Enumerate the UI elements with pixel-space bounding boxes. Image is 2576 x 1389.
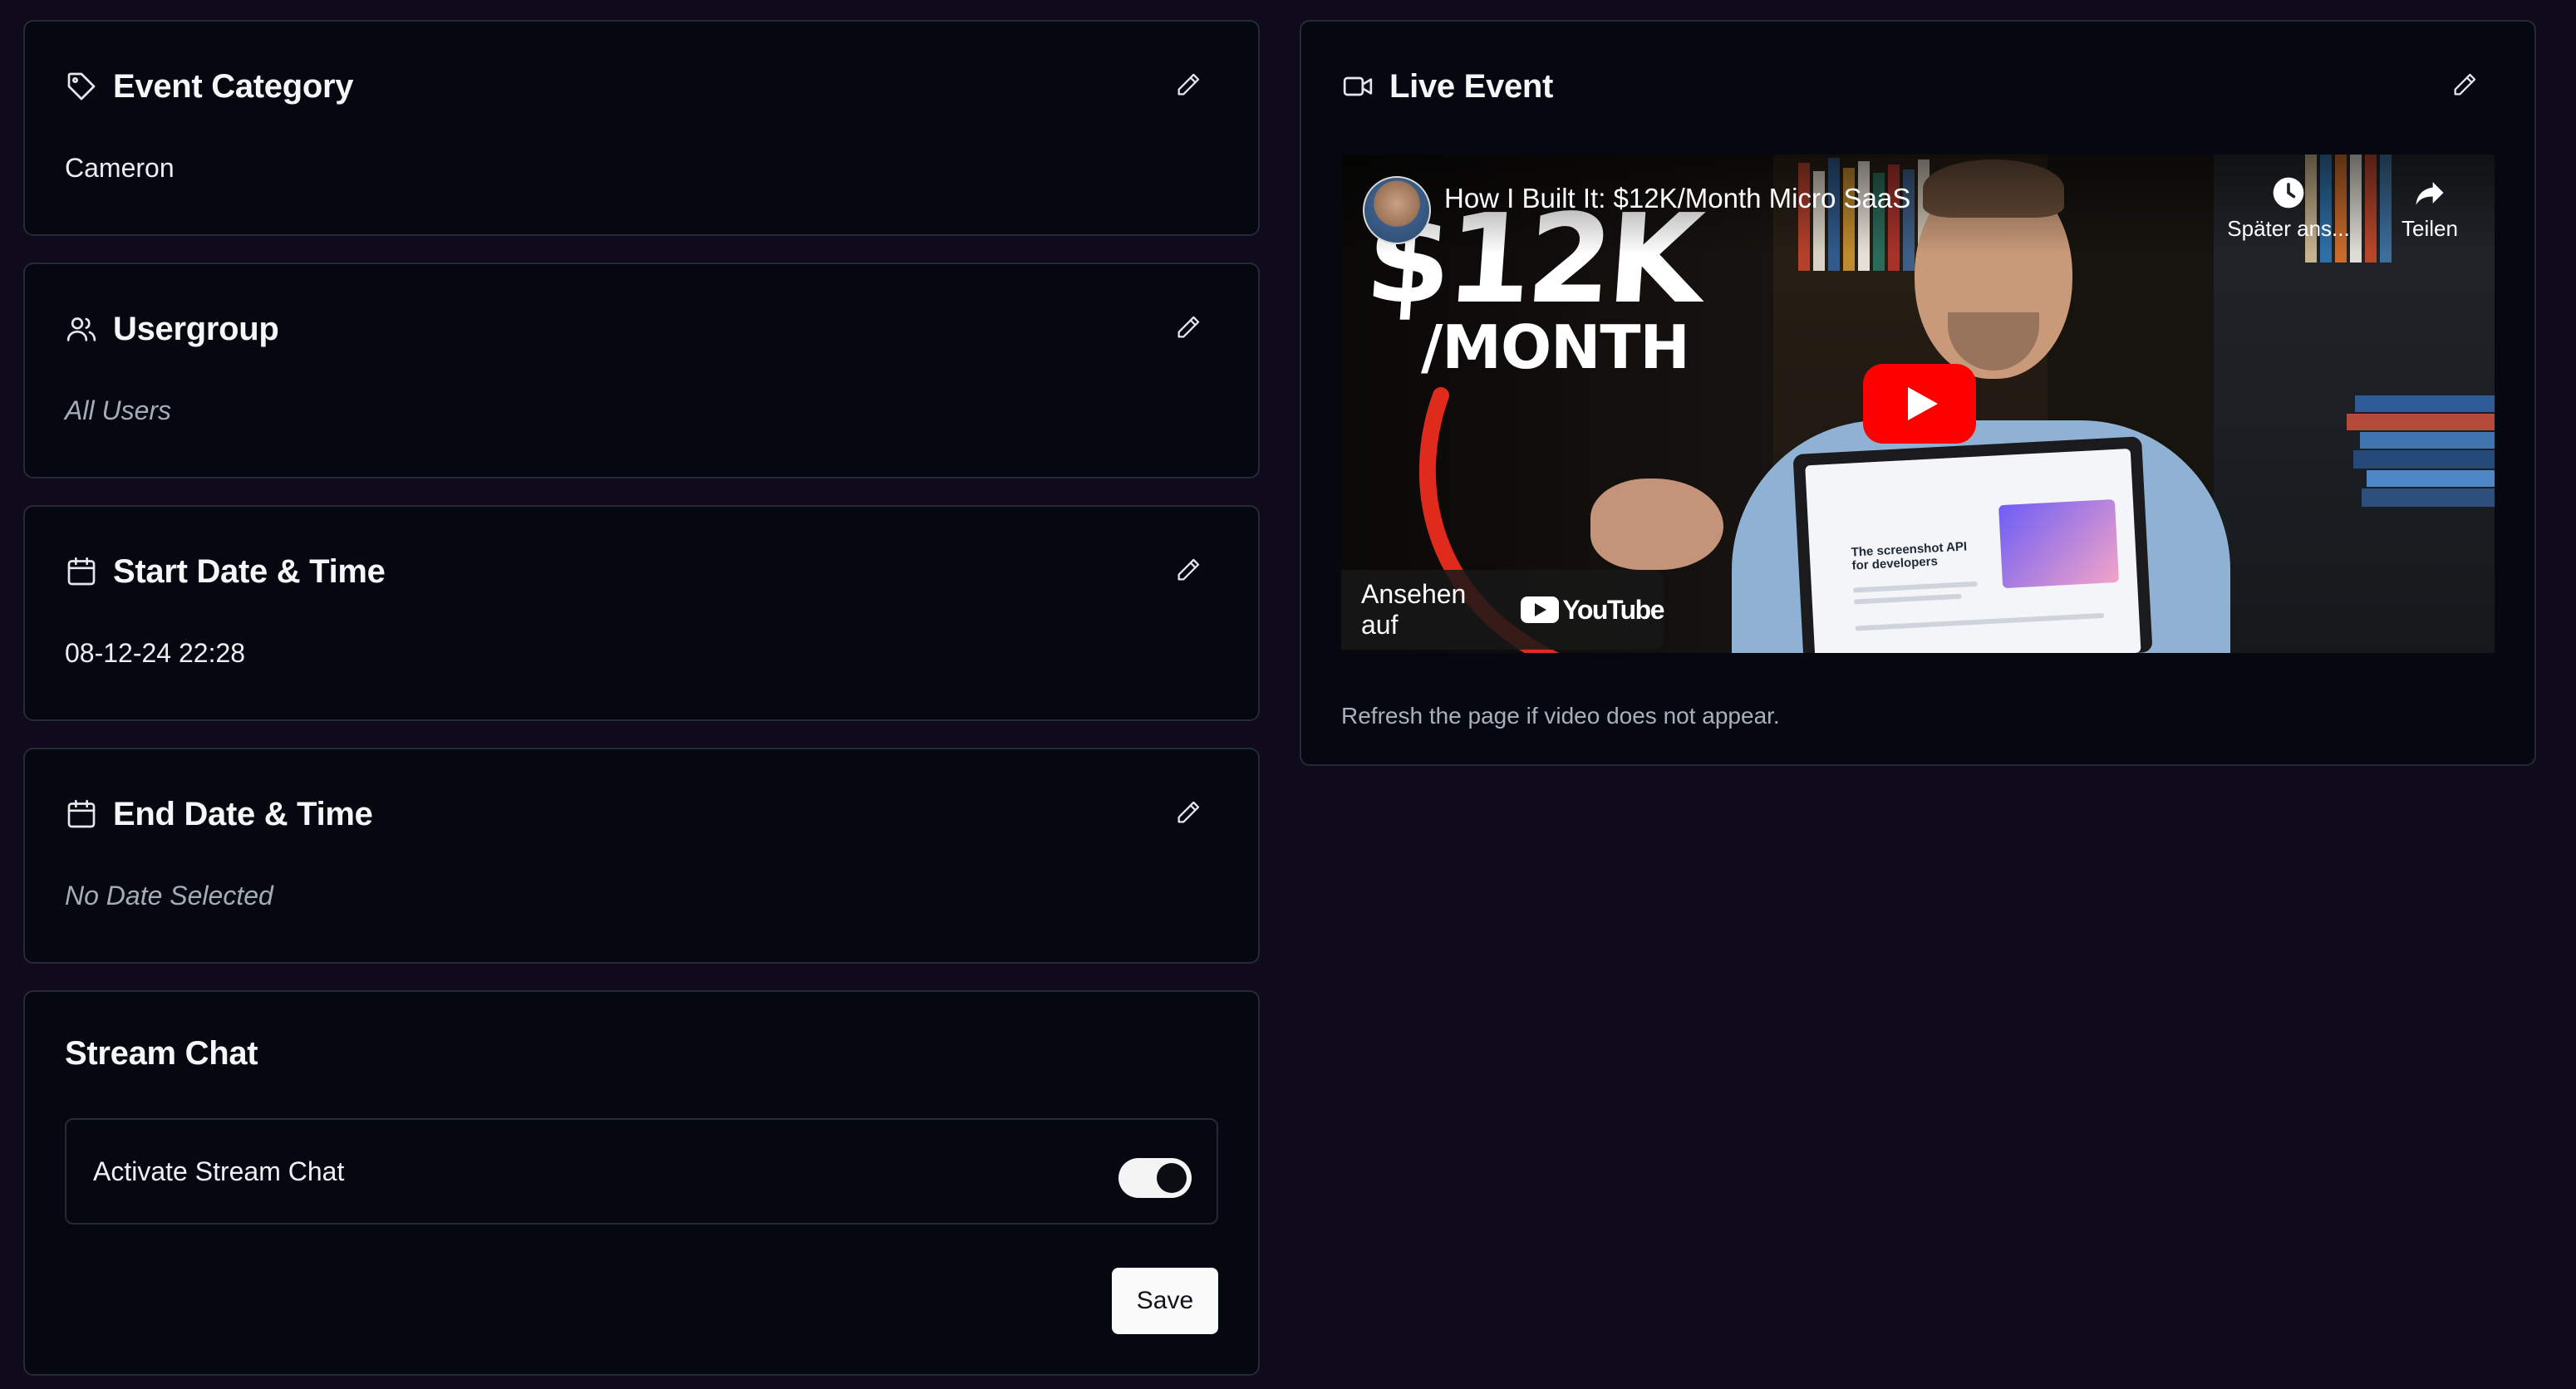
- end-datetime-value: No Date Selected: [65, 881, 273, 910]
- laptop-screen: The screenshot API for developers: [1805, 448, 2141, 653]
- pencil-icon: [1177, 73, 1200, 96]
- users-icon: [66, 317, 96, 341]
- video-refresh-note: Refresh the page if video does not appea…: [1341, 703, 1780, 729]
- watch-on-youtube-button[interactable]: Ansehen auf YouTube: [1341, 570, 1664, 650]
- youtube-video-embed[interactable]: The screenshot API for developers $12K /…: [1341, 155, 2495, 653]
- pencil-icon: [1177, 316, 1200, 338]
- save-button[interactable]: Save: [1112, 1268, 1218, 1334]
- toggle-knob: [1157, 1163, 1187, 1193]
- pencil-icon: [2454, 73, 2476, 96]
- calendar-icon: [67, 557, 96, 586]
- live-event-title: Live Event: [1389, 67, 1554, 105]
- live-event-header: Live Event: [1341, 65, 1553, 108]
- event-category-card: Event Category Cameron: [23, 20, 1260, 236]
- usergroup-card: Usergroup All Users: [23, 263, 1260, 479]
- usergroup-value: All Users: [65, 395, 172, 425]
- edit-end-datetime-button[interactable]: [1172, 796, 1205, 829]
- share-label: Teilen: [2401, 216, 2458, 241]
- edit-usergroup-button[interactable]: [1172, 311, 1205, 344]
- edit-event-category-button[interactable]: [1172, 68, 1205, 101]
- edit-start-datetime-button[interactable]: [1172, 553, 1205, 587]
- usergroup-header: Usergroup: [65, 307, 279, 351]
- share-arrow-icon: [2416, 182, 2444, 205]
- stream-chat-toggle-label: Activate Stream Chat: [93, 1156, 345, 1186]
- youtube-logo: YouTube: [1521, 595, 1664, 626]
- live-event-card: Live Event The screenshot API for develo…: [1300, 20, 2536, 766]
- channel-avatar[interactable]: [1363, 176, 1431, 244]
- start-datetime-card: Start Date & Time 08-12-24 22:28: [23, 505, 1260, 721]
- tag-icon: [67, 72, 96, 101]
- pencil-icon: [1177, 558, 1200, 581]
- video-camera-icon: [1343, 76, 1373, 96]
- calendar-icon: [67, 799, 96, 828]
- thumbnail-subline: /MONTH: [1421, 312, 1690, 382]
- laptop-screen-headline: The screenshot API for developers: [1851, 539, 1968, 573]
- share-button[interactable]: Teilen: [2363, 174, 2495, 242]
- play-button[interactable]: [1863, 364, 1976, 444]
- event-category-value: Cameron: [65, 153, 175, 183]
- event-category-title: Event Category: [113, 67, 354, 105]
- youtube-play-icon: [1521, 596, 1560, 623]
- stream-chat-title: Stream Chat: [65, 1034, 258, 1072]
- event-category-header: Event Category: [65, 65, 354, 108]
- watch-later-label: Später ans...: [2227, 216, 2350, 241]
- video-title-link[interactable]: How I Built It: $12K/Month Micro SaaS: [1444, 183, 1910, 214]
- start-datetime-header: Start Date & Time: [65, 550, 386, 593]
- laptop-screen-graphic: [1998, 498, 2120, 589]
- watch-later-button[interactable]: Später ans...: [2222, 174, 2355, 242]
- watch-on-label: Ansehen auf: [1361, 579, 1467, 640]
- start-datetime-title: Start Date & Time: [113, 552, 386, 590]
- start-datetime-value: 08-12-24 22:28: [65, 638, 246, 668]
- usergroup-title: Usergroup: [113, 310, 279, 347]
- laptop-image: The screenshot API for developers: [1792, 436, 2153, 653]
- stream-chat-toggle-row: Activate Stream Chat: [65, 1118, 1218, 1225]
- end-datetime-title: End Date & Time: [113, 795, 373, 832]
- clock-icon: [2273, 177, 2304, 209]
- stream-chat-toggle[interactable]: [1118, 1158, 1192, 1198]
- end-datetime-card: End Date & Time No Date Selected: [23, 748, 1260, 964]
- pointing-hand: [1590, 479, 1723, 570]
- youtube-wordmark: YouTube: [1562, 594, 1664, 625]
- edit-live-event-button[interactable]: [2448, 68, 2481, 101]
- end-datetime-header: End Date & Time: [65, 793, 373, 836]
- pencil-icon: [1177, 801, 1200, 823]
- stream-chat-card: Stream Chat Activate Stream Chat Save: [23, 990, 1260, 1376]
